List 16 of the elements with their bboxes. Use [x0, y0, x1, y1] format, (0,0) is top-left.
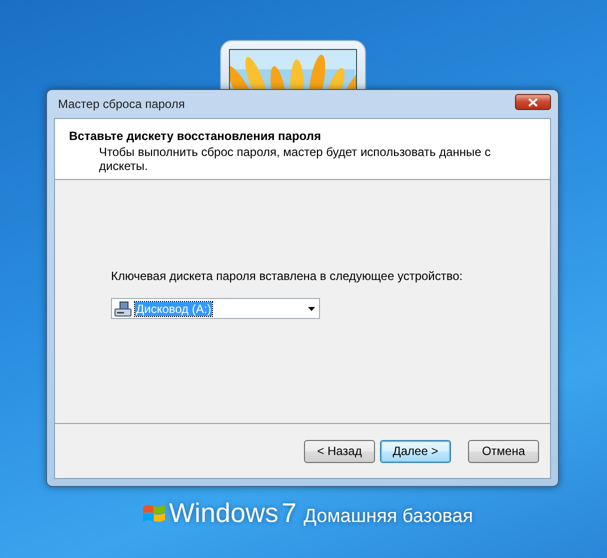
close-button[interactable]	[515, 94, 551, 110]
close-icon	[528, 98, 538, 106]
wizard-button[interactable]: Далее >	[380, 440, 451, 462]
selected-drive: Дисковод (A:)	[135, 302, 212, 316]
wizard-button[interactable]: < Назад	[304, 440, 375, 462]
device-label: Ключевая дискета пароля вставлена в следующее устройство:	[111, 269, 464, 283]
header-title: Вставьте дискету восстановления пароля	[69, 129, 322, 143]
window-title: Мастер сброса пароля	[57, 97, 185, 111]
edition-name: Домашняя базовая	[304, 507, 474, 527]
product-name: Windows	[169, 500, 279, 527]
version-number: 7	[282, 500, 297, 527]
wizard-button[interactable]: Отмена	[468, 440, 539, 462]
windows-flag-icon	[142, 503, 166, 525]
dropdown-arrow-icon	[308, 306, 315, 310]
header-subtitle: Чтобы выполнить сброс пароля, мастер будет использовать данные с дискеты.	[98, 145, 492, 173]
floppy-drive-icon	[114, 300, 132, 316]
